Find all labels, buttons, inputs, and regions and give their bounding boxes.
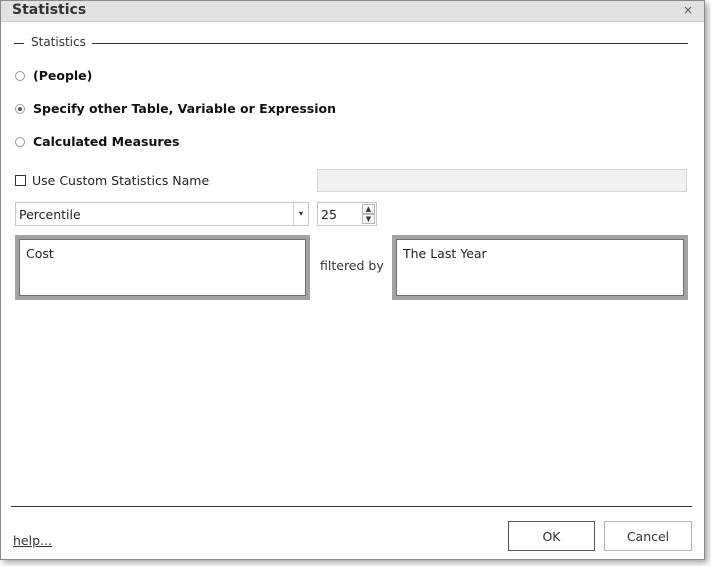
footer-divider xyxy=(11,506,692,507)
close-icon[interactable]: × xyxy=(681,3,695,17)
statistic-select[interactable]: Percentile ▾ xyxy=(15,202,309,226)
radio-label: Specify other Table, Variable or Express… xyxy=(33,101,336,116)
statistics-dialog: Statistics × Statistics (People) Specify… xyxy=(0,0,705,560)
custom-name-checkbox[interactable] xyxy=(15,175,26,186)
group-label: Statistics xyxy=(31,35,86,49)
cancel-button[interactable]: Cancel xyxy=(604,521,692,551)
radio-label: Calculated Measures xyxy=(33,134,180,149)
percentile-spinner[interactable]: 25 ▲ ▼ xyxy=(317,202,377,226)
help-link[interactable]: help... xyxy=(13,533,52,548)
measure-drop-zone-inner: Cost xyxy=(19,239,306,296)
group-divider-left xyxy=(14,43,24,44)
radio-button[interactable] xyxy=(15,136,25,147)
radio-option-people[interactable]: (People) xyxy=(15,68,92,83)
ok-button[interactable]: OK xyxy=(508,521,595,551)
chevron-down-icon[interactable]: ▾ xyxy=(293,203,308,225)
custom-name-input[interactable] xyxy=(317,169,687,192)
spin-up-icon[interactable]: ▲ xyxy=(362,204,375,214)
group-divider-right xyxy=(92,43,688,44)
radio-label: (People) xyxy=(33,68,93,83)
filter-text: The Last Year xyxy=(403,246,487,261)
filter-drop-zone[interactable]: The Last Year xyxy=(392,235,688,300)
statistic-select-value: Percentile xyxy=(19,207,81,222)
filter-drop-zone-inner: The Last Year xyxy=(396,239,684,296)
radio-option-specify-other[interactable]: Specify other Table, Variable or Express… xyxy=(15,101,336,116)
measure-drop-zone[interactable]: Cost xyxy=(15,235,310,300)
percentile-value: 25 xyxy=(321,207,337,222)
custom-name-label: Use Custom Statistics Name xyxy=(32,173,210,188)
title-bar: Statistics × xyxy=(1,1,704,22)
filtered-by-label: filtered by xyxy=(320,258,384,273)
custom-name-checkbox-row[interactable]: Use Custom Statistics Name xyxy=(15,173,209,188)
radio-option-calculated-measures[interactable]: Calculated Measures xyxy=(15,134,179,149)
radio-button[interactable] xyxy=(15,70,25,81)
dialog-title: Statistics xyxy=(12,2,87,18)
measure-text: Cost xyxy=(26,246,54,261)
spin-down-icon[interactable]: ▼ xyxy=(362,214,375,224)
radio-button[interactable] xyxy=(15,103,25,114)
